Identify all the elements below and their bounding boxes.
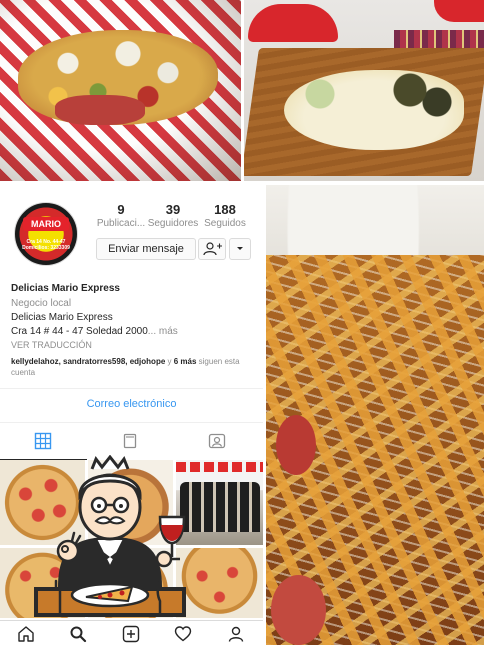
profile-name: Delicias Mario Express (11, 283, 120, 294)
stat-following-label: Seguidos (204, 218, 246, 229)
heart-icon[interactable] (174, 625, 192, 643)
bottom-navigation (0, 620, 263, 646)
stat-posts-value: 9 (117, 202, 125, 217)
avatar-logo-text: MARIO (23, 217, 69, 231)
photo-nachos-checkered (0, 0, 241, 181)
sausage-slice (271, 575, 326, 645)
cheese-topping (284, 70, 464, 150)
avatar[interactable]: MARIO Cra 14 No. 44-47 Domicilios: 32333… (14, 202, 78, 266)
person-icon (203, 242, 222, 256)
divider (0, 388, 263, 389)
bio-address: Cra 14 # 44 - 47 Soledad 2000... más (11, 326, 178, 337)
home-icon[interactable] (17, 625, 35, 643)
avatar-address: Cra 14 No. 44-47 Domicilios: 3233309 (22, 239, 70, 251)
tagged-icon[interactable] (208, 432, 226, 450)
stat-following-value: 188 (214, 202, 236, 217)
bio-address-text: Cra 14 # 44 - 47 Soledad 2000 (11, 326, 148, 337)
followed-by-more[interactable]: 6 más (174, 357, 197, 366)
sausage-slice (276, 415, 316, 475)
add-icon[interactable] (122, 625, 140, 643)
email-button[interactable]: Correo electrónico (0, 398, 263, 416)
stat-followers[interactable]: 39 Seguidores (146, 202, 200, 231)
stat-following[interactable]: 188 Seguidos (198, 202, 252, 231)
more-options-button[interactable] (229, 238, 251, 260)
stat-followers-value: 39 (165, 202, 181, 217)
search-icon[interactable] (69, 625, 87, 643)
feed-icon[interactable] (121, 432, 139, 450)
see-translation-link[interactable]: VER TRADUCCIÓN (11, 340, 92, 350)
more-link[interactable]: ... más (148, 326, 178, 337)
divider (0, 422, 263, 423)
red-chair (434, 0, 484, 22)
photo-fries-closeup (266, 185, 484, 645)
follow-button[interactable] (198, 238, 226, 260)
profile-icon[interactable] (227, 625, 245, 643)
followed-by-users[interactable]: kellydelahoz, sandratorres598, edjohope (11, 357, 165, 366)
restaurant-waiter-icon (34, 455, 186, 617)
stat-followers-label: Seguidores (147, 218, 199, 229)
red-chair (248, 4, 338, 42)
photo-wooden-board (244, 0, 484, 181)
profile-category: Negocio local (11, 298, 72, 309)
chevron-down-icon (237, 247, 243, 250)
bio-line: Delicias Mario Express (11, 312, 113, 323)
grid-icon[interactable] (34, 432, 52, 450)
message-button[interactable]: Enviar mensaje (96, 238, 196, 260)
stat-posts-label: Publicaci... (96, 218, 146, 229)
followed-by-text[interactable]: kellydelahoz, sandratorres598, edjohope … (11, 356, 256, 378)
stat-posts[interactable]: 9 Publicaci... (94, 202, 148, 231)
